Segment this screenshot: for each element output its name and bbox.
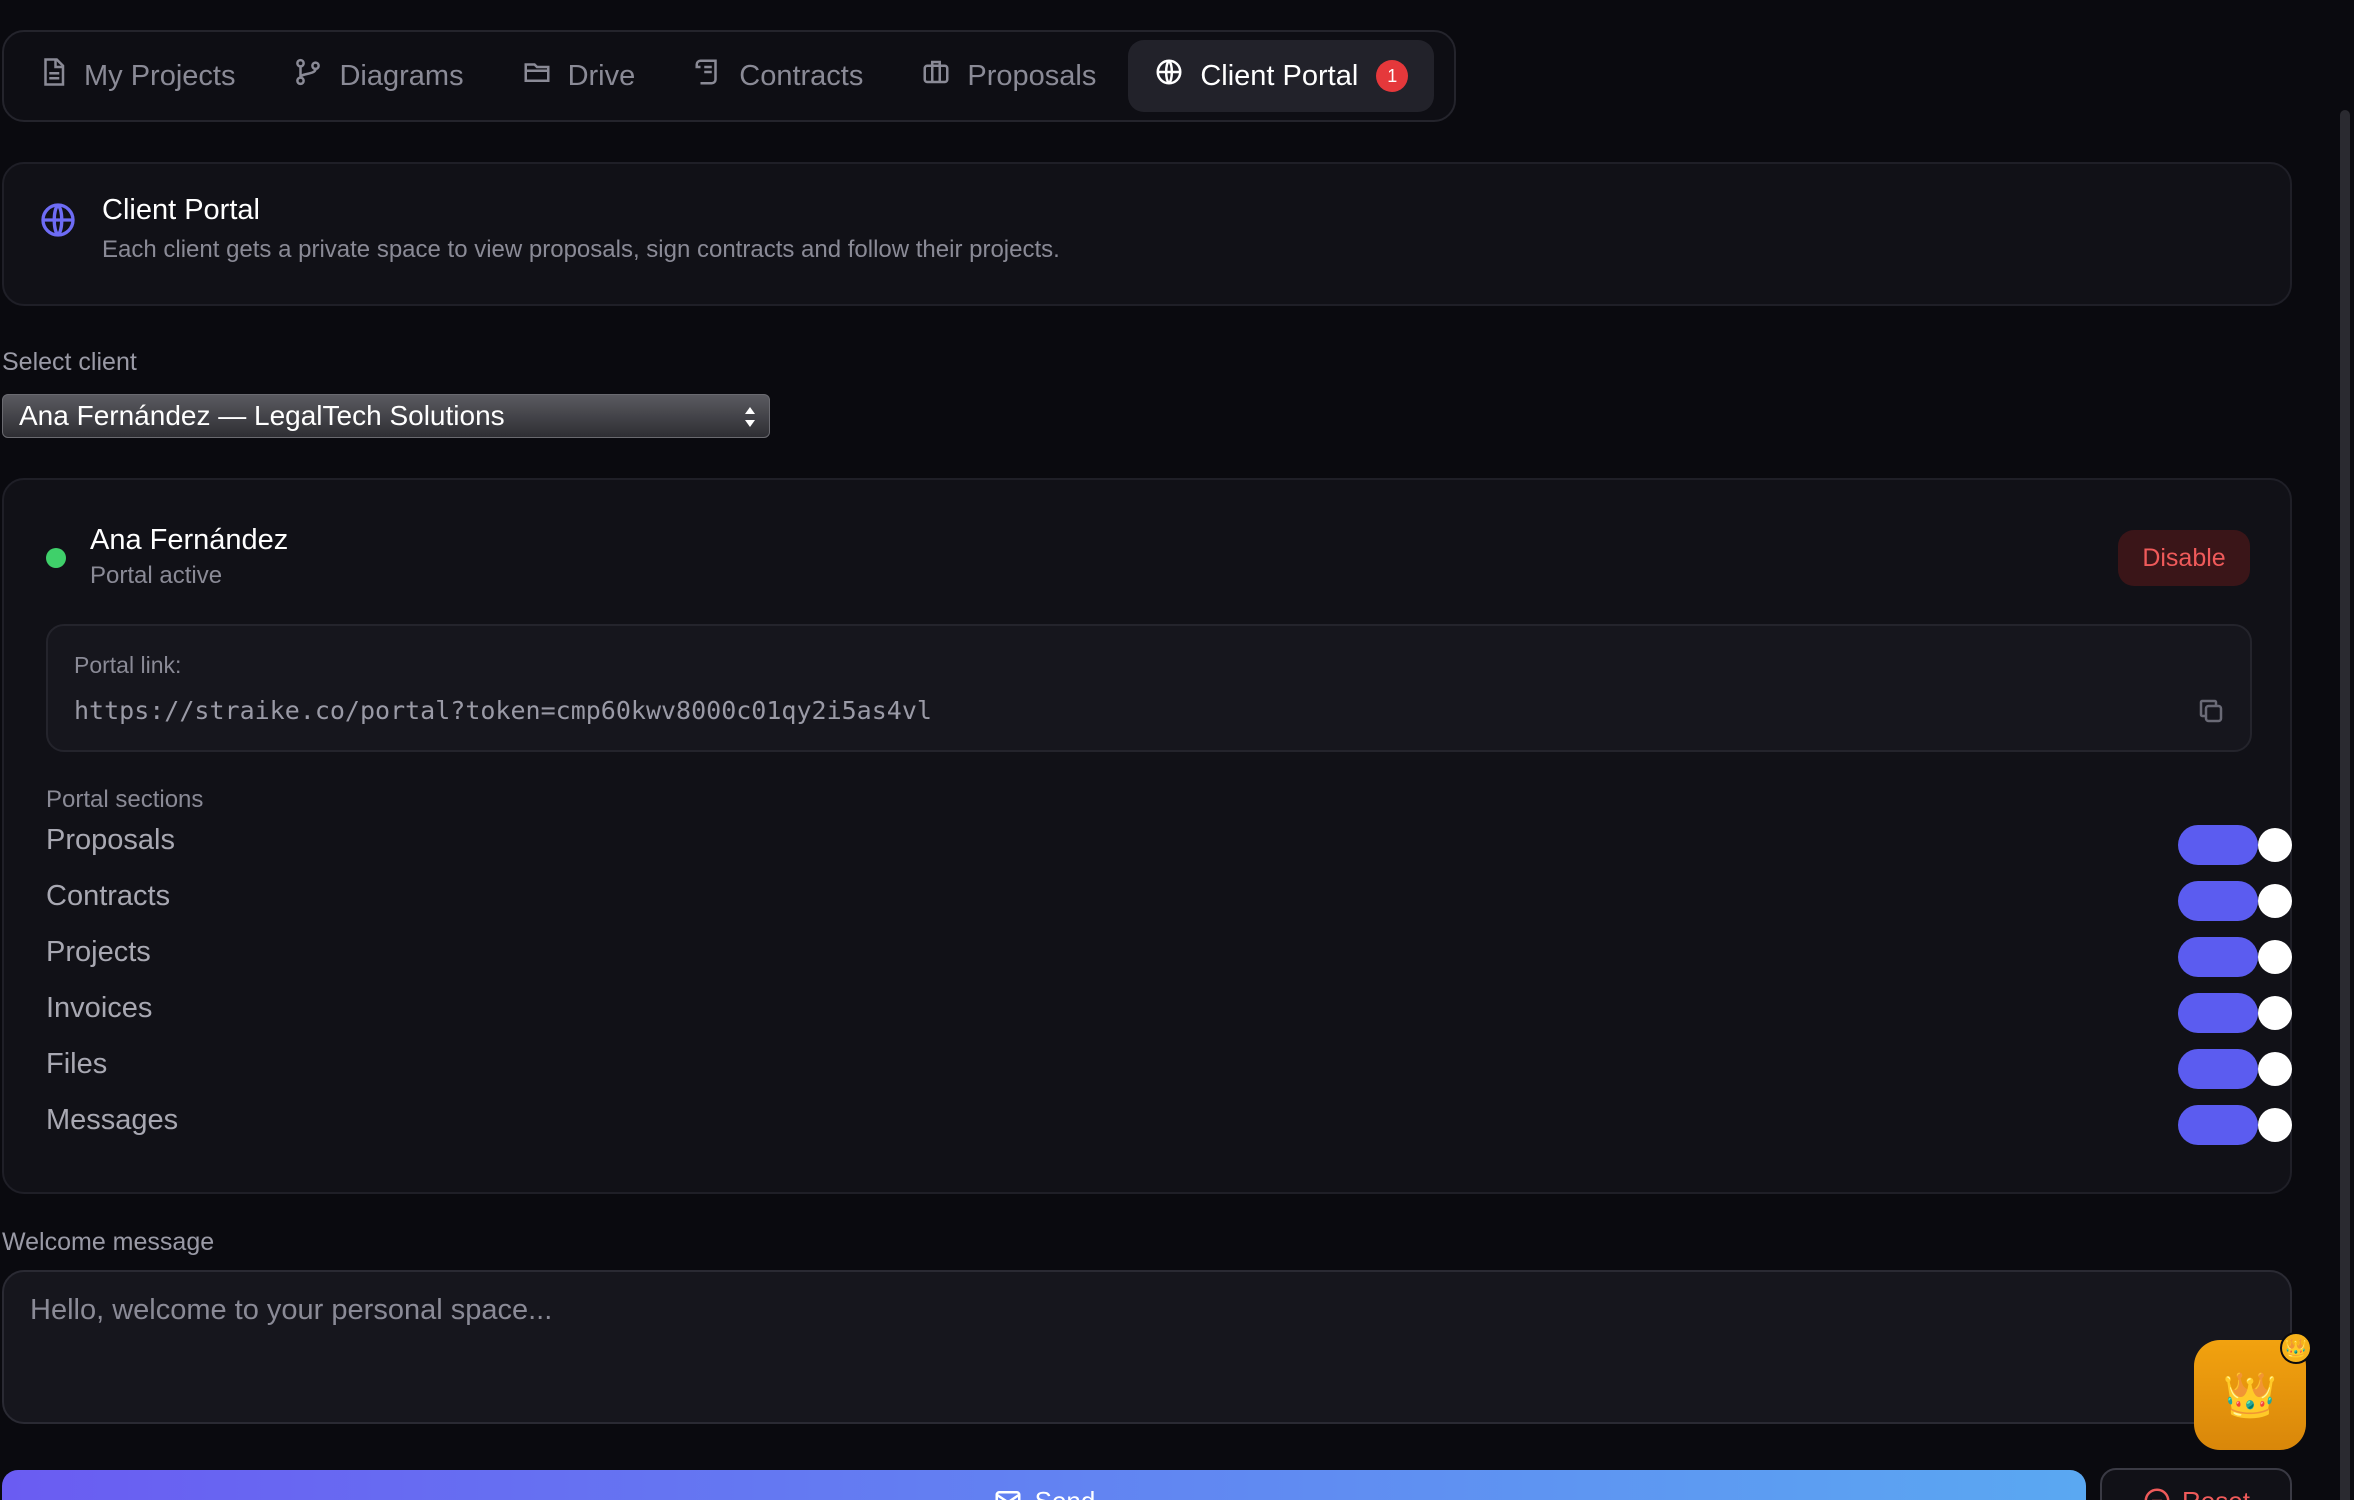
section-row-files: Files — [46, 1040, 2292, 1096]
invoices-toggle[interactable] — [2178, 993, 2292, 1033]
messages-toggle[interactable] — [2178, 1105, 2292, 1145]
section-name: Invoices — [46, 992, 153, 1024]
proposals-toggle[interactable] — [2178, 825, 2292, 865]
tab-label: My Projects — [84, 59, 236, 92]
crown-icon: 👑 — [2222, 1371, 2278, 1420]
portal-link-box: Portal link: https://straike.co/portal?t… — [46, 624, 2252, 752]
git-branch-icon — [293, 57, 323, 95]
page-description: Each client gets a private space to view… — [102, 236, 1060, 263]
top-tab-bar: My Projects Diagrams Drive Contracts Pro… — [2, 30, 1456, 122]
client-name: Ana Fernández — [90, 524, 289, 556]
tab-my-projects[interactable]: My Projects — [12, 40, 261, 112]
tab-label: Client Portal — [1200, 59, 1359, 92]
section-row-invoices: Invoices — [46, 984, 2292, 1040]
status-dot — [46, 548, 66, 568]
section-name: Contracts — [46, 880, 171, 912]
projects-toggle[interactable] — [2178, 937, 2292, 977]
select-client-label: Select client — [2, 348, 137, 376]
portal-info-card: Client Portal Each client gets a private… — [2, 162, 2292, 306]
client-portal-card: Ana Fernández Portal active Disable Port… — [2, 478, 2292, 1194]
section-row-proposals: Proposals — [46, 816, 2292, 872]
globe-icon — [1154, 57, 1184, 95]
portal-link-url[interactable]: https://straike.co/portal?token=cmp60kwv… — [74, 696, 932, 725]
files-toggle[interactable] — [2178, 1049, 2292, 1089]
reset-icon — [2142, 1486, 2172, 1500]
section-name: Projects — [46, 936, 151, 968]
portal-status: Portal active — [90, 562, 223, 589]
globe-icon — [38, 200, 78, 240]
section-name: Messages — [46, 1104, 179, 1136]
tab-label: Proposals — [967, 59, 1097, 92]
scroll-icon — [693, 57, 723, 95]
send-button[interactable]: Send — [2, 1470, 2086, 1500]
contracts-toggle[interactable] — [2178, 881, 2292, 921]
tab-contracts[interactable]: Contracts — [667, 40, 889, 112]
tab-diagrams[interactable]: Diagrams — [267, 40, 489, 112]
crown-badge-icon: 👑 — [2280, 1332, 2312, 1364]
reset-button[interactable]: Reset — [2100, 1468, 2292, 1500]
client-select[interactable]: Ana Fernández — LegalTech Solutions — [2, 394, 770, 438]
tab-label: Diagrams — [339, 59, 464, 92]
section-name: Proposals — [46, 824, 175, 856]
portal-link-label: Portal link: — [74, 652, 182, 678]
disable-portal-button[interactable]: Disable — [2118, 530, 2250, 586]
briefcase-icon — [921, 57, 951, 95]
document-icon — [38, 57, 68, 95]
reset-button-label: Reset — [2182, 1486, 2250, 1500]
notification-badge: 1 — [1376, 60, 1409, 92]
send-button-label: Send — [1035, 1486, 1096, 1500]
crown-fab-button[interactable]: 👑 👑 — [2194, 1332, 2312, 1450]
mail-icon — [993, 1486, 1023, 1500]
page-title: Client Portal — [102, 194, 260, 226]
section-row-contracts: Contracts — [46, 872, 2292, 928]
welcome-message-input[interactable] — [2, 1270, 2292, 1424]
page-scrollbar[interactable] — [2340, 110, 2350, 1500]
select-arrows-icon — [745, 407, 755, 427]
section-row-projects: Projects — [46, 928, 2292, 984]
tab-label: Drive — [567, 59, 636, 92]
section-row-messages: Messages — [46, 1096, 2292, 1152]
tab-client-portal[interactable]: Client Portal 1 — [1128, 40, 1435, 112]
tab-proposals[interactable]: Proposals — [895, 40, 1122, 112]
tab-label: Contracts — [739, 59, 864, 92]
tab-drive[interactable]: Drive — [496, 40, 662, 112]
copy-icon[interactable] — [2196, 696, 2226, 726]
portal-sections-label: Portal sections — [46, 786, 204, 813]
client-portal-page: My Projects Diagrams Drive Contracts Pro… — [0, 0, 2354, 1500]
section-name: Files — [46, 1048, 108, 1080]
client-select-value: Ana Fernández — LegalTech Solutions — [19, 400, 505, 431]
welcome-message-label: Welcome message — [2, 1228, 215, 1256]
folder-icon — [522, 57, 552, 95]
